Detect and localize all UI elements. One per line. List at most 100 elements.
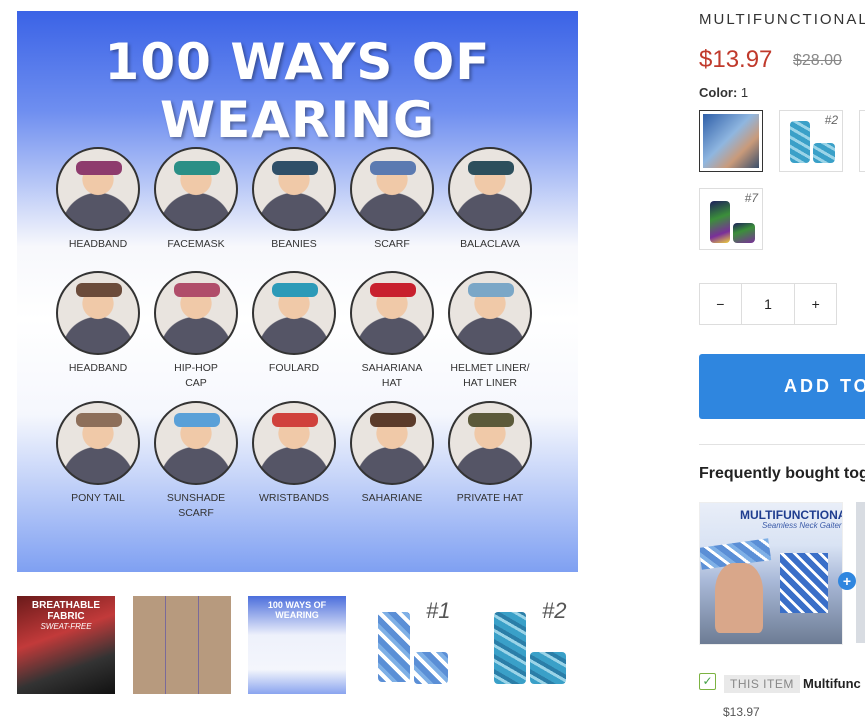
color-selector-label: Color: 1 (699, 85, 748, 100)
gaiter-band (370, 283, 416, 297)
thumbnail-subtitle: SWEAT-FREE (40, 622, 92, 631)
style-photo (154, 147, 238, 231)
style-label: HIP-HOP CAP (174, 362, 218, 389)
wearing-style-item: SCARF (337, 147, 447, 252)
fbt-item-name[interactable]: Multifunc (803, 676, 861, 691)
fbt-product-image[interactable]: MULTIFUNCTIONAL Seamless Neck Gaiter (699, 502, 843, 645)
style-photo (154, 401, 238, 485)
gaiter-band (76, 283, 122, 297)
style-label: BALACLAVA (460, 238, 520, 250)
section-divider (699, 444, 865, 445)
fbt-item-price: $13.97 (723, 705, 760, 719)
gaiter-band (468, 283, 514, 297)
swatch-image (733, 223, 755, 243)
style-label: SUNSHADE SCARF (166, 492, 226, 519)
style-label: HEADBAND (68, 238, 128, 250)
thumbnail-collage[interactable] (133, 596, 231, 694)
wearing-style-item: BEANIES (239, 147, 349, 252)
gaiter-tube-short (530, 652, 566, 684)
wearing-style-item: SAHARIANE (337, 401, 447, 506)
style-label: FACEMASK (167, 238, 225, 250)
swatch-number: #7 (744, 191, 758, 205)
thumbnail-title: 100 WAYS OF WEARING (267, 600, 327, 620)
style-label: WRISTBANDS (258, 492, 329, 504)
variant-number-label: #2 (542, 598, 567, 623)
frequently-bought-title: Frequently bought tog (699, 465, 865, 482)
gaiter-tube-short (414, 652, 448, 684)
gaiter-band (174, 161, 220, 175)
product-title: MULTIFUNCTIONAL (699, 11, 865, 28)
product-price: $13.97 (699, 46, 773, 73)
style-photo (350, 271, 434, 355)
wearing-style-item: PRIVATE HAT (435, 401, 545, 506)
style-label: BEANIES (271, 238, 317, 250)
gaiter-tube-tall (378, 612, 410, 682)
gaiter-band (370, 413, 416, 427)
color-swatch-1[interactable] (699, 110, 763, 172)
style-photo (56, 147, 140, 231)
quantity-input[interactable]: 1 (742, 284, 796, 324)
gaiter-band (174, 283, 220, 297)
wearing-style-item: HIP-HOP CAP (141, 271, 251, 391)
style-photo (350, 401, 434, 485)
thumbnail-100-ways[interactable]: 100 WAYS OF WEARING (248, 596, 346, 694)
wearing-style-item: HEADBAND (43, 271, 153, 376)
swatch-image (710, 201, 730, 243)
variant-number-label: #1 (426, 598, 451, 623)
wearing-style-item: SUNSHADE SCARF (141, 401, 251, 521)
quantity-decrease-button[interactable]: − (700, 284, 742, 324)
gaiter-band (272, 283, 318, 297)
style-label: HEADBAND (68, 362, 128, 374)
gaiter-band (468, 161, 514, 175)
wearing-style-item: BALACLAVA (435, 147, 545, 252)
style-label: PONY TAIL (71, 492, 125, 504)
wearing-style-item: PONY TAIL (43, 401, 153, 506)
add-to-cart-button[interactable]: ADD TO (699, 354, 865, 419)
wearing-style-item: HEADBAND (43, 147, 153, 252)
this-item-checkbox[interactable]: ✓ (699, 673, 716, 690)
wearing-style-item: WRISTBANDS (239, 401, 349, 506)
color-swatch-7[interactable]: #7 (699, 188, 763, 250)
color-swatch-3[interactable] (859, 110, 865, 172)
gaiter-band (76, 413, 122, 427)
style-photo (252, 271, 336, 355)
gaiter-band (174, 413, 220, 427)
image-headline: 100 WAYS OF WEARING (104, 33, 491, 149)
style-label: SAHARIANE (361, 492, 423, 504)
swatch-number: #2 (824, 113, 838, 127)
style-photo (252, 147, 336, 231)
style-photo (252, 401, 336, 485)
thumbnail-title: BREATHABLE FABRIC (31, 600, 101, 622)
gaiter-band (370, 161, 416, 175)
style-photo (154, 271, 238, 355)
main-product-image[interactable]: 100 WAYS OF WEARING HEADBAND FACEMASK BEAN… (17, 11, 578, 572)
quantity-increase-button[interactable]: + (795, 284, 836, 324)
style-label: FOULARD (268, 362, 320, 374)
swatch-image (813, 143, 835, 163)
gaiter-band (272, 161, 318, 175)
style-photo (56, 271, 140, 355)
thumbnail-variant-2[interactable]: #2 (480, 596, 578, 694)
product-compare-price: $28.00 (793, 52, 842, 69)
color-swatch-2[interactable]: #2 (779, 110, 843, 172)
gaiter-band (76, 161, 122, 175)
fbt-image-subtitle: Seamless Neck Gaiter (762, 521, 842, 530)
gaiter-band (272, 413, 318, 427)
swatch-image (703, 114, 759, 168)
color-label-key: Color: (699, 85, 738, 100)
this-item-badge: THIS ITEM (724, 675, 800, 693)
plus-icon: + (838, 572, 856, 590)
swatch-image (790, 121, 810, 163)
style-photo (448, 271, 532, 355)
thumbnail-variant-1[interactable]: #1 (364, 596, 462, 694)
wearing-style-item: FACEMASK (141, 147, 251, 252)
fbt-model-face (715, 563, 763, 633)
quantity-stepper: − 1 + (699, 283, 837, 325)
style-label: HELMET LINER/ HAT LINER (450, 362, 530, 389)
fbt-next-product-image[interactable] (856, 502, 865, 643)
style-photo (448, 147, 532, 231)
style-label: SAHARIANA HAT (361, 362, 423, 389)
style-label: SCARF (374, 238, 410, 250)
style-label: PRIVATE HAT (456, 492, 524, 504)
thumbnail-breathable-fabric[interactable]: BREATHABLE FABRIC SWEAT-FREE (17, 596, 115, 694)
